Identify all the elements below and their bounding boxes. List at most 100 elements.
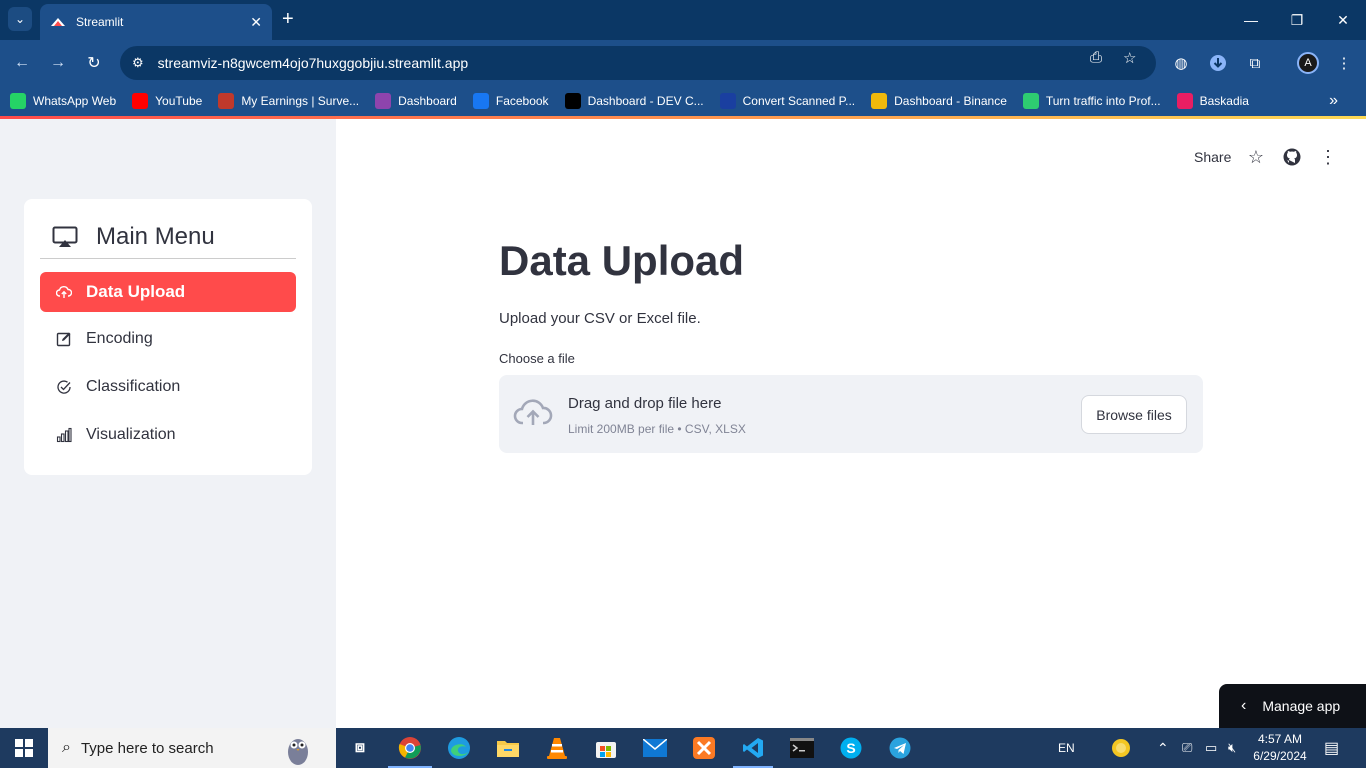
skype-icon[interactable]: S: [837, 734, 865, 762]
file-uploader-label: Choose a file: [499, 351, 575, 366]
facebook-icon: [472, 93, 489, 109]
forward-button[interactable]: →: [46, 51, 70, 75]
dashboard-icon: [375, 93, 392, 109]
menu-item-label: Data Upload: [86, 282, 186, 301]
reload-button[interactable]: ↻: [82, 51, 106, 75]
telegram-icon[interactable]: [886, 734, 914, 762]
traffic-icon: [1022, 93, 1039, 109]
file-dropzone[interactable]: Drag and drop file here Limit 200MB per …: [499, 375, 1203, 453]
tab-close-icon[interactable]: ✕: [250, 14, 262, 31]
dropzone-instructions: Drag and drop file here: [568, 395, 722, 412]
browser-menu-icon[interactable]: ⋮: [1333, 52, 1355, 74]
bar-chart-icon: [56, 427, 72, 443]
url-text: streamviz-n8gwcem4ojo7huxggobjiu.streaml…: [157, 55, 469, 71]
task-view-icon[interactable]: ⧈: [346, 734, 374, 762]
baskadia-icon: [1176, 93, 1193, 109]
vlc-icon[interactable]: [543, 734, 571, 762]
battery-icon[interactable]: ▭: [1205, 728, 1217, 768]
menu-item-encoding[interactable]: Encoding: [40, 319, 296, 359]
chrome-taskbar-icon[interactable]: [396, 734, 424, 762]
terminal-icon[interactable]: [788, 734, 816, 762]
tab-search-button[interactable]: ⌄: [8, 7, 32, 31]
weather-icon[interactable]: [1110, 728, 1132, 768]
close-window-button[interactable]: ✕: [1320, 0, 1366, 40]
page-title: Data Upload: [499, 237, 745, 284]
main-content: Share ☆ ⋮ Data Upload Upload your CSV or…: [336, 119, 1366, 728]
clock-time: 4:57 AM: [1257, 732, 1303, 746]
back-button[interactable]: ←: [10, 51, 34, 75]
install-app-icon[interactable]: ⎙: [1090, 49, 1102, 66]
site-settings-icon[interactable]: ⚙: [132, 55, 144, 71]
page-subtitle: Upload your CSV or Excel file.: [499, 310, 701, 327]
svg-text:S: S: [846, 740, 855, 756]
bookmark-star-icon[interactable]: ☆: [1123, 49, 1136, 67]
bookmark-item[interactable]: My Earnings | Surve...: [218, 93, 359, 109]
notifications-icon[interactable]: ▤: [1324, 728, 1339, 768]
bookmark-item[interactable]: Dashboard: [375, 93, 457, 109]
mail-icon[interactable]: [641, 734, 669, 762]
convert-icon: [719, 93, 736, 109]
taskbar-search-placeholder: Type here to search: [80, 739, 214, 757]
browser-tab-bar: ⌄ Streamlit ✕ + — ❐ ✕: [0, 0, 1366, 40]
more-bookmarks-icon[interactable]: »: [1329, 92, 1338, 110]
minimize-button[interactable]: —: [1228, 0, 1274, 40]
volume-muted-icon[interactable]: 🔇︎: [1228, 728, 1236, 768]
tab-title: Streamlit: [76, 15, 124, 29]
check-circle-icon: [56, 379, 72, 395]
taskbar-search-box[interactable]: ⌕ Type here to search: [48, 728, 336, 768]
restore-button[interactable]: ❐: [1274, 0, 1320, 40]
bookmarks-bar: WhatsApp Web YouTube My Earnings | Surve..…: [0, 86, 1366, 116]
bookmark-item[interactable]: Convert Scanned P...: [719, 93, 855, 109]
share-button[interactable]: Share: [1194, 149, 1231, 165]
menu-item-data-upload[interactable]: Data Upload: [40, 272, 296, 312]
bookmark-item[interactable]: Dashboard - Binance: [871, 93, 1007, 109]
app-menu-icon[interactable]: ⋮: [1318, 147, 1338, 167]
bookmark-label: Turn traffic into Prof...: [1045, 94, 1161, 108]
menu-item-classification[interactable]: Classification: [40, 367, 296, 407]
dev-icon: [564, 93, 581, 109]
xampp-icon[interactable]: [690, 734, 718, 762]
bookmark-label: Dashboard: [398, 94, 457, 108]
address-bar[interactable]: ⚙ streamviz-n8gwcem4ojo7huxggobjiu.strea…: [120, 46, 1156, 80]
extensions-puzzle-icon[interactable]: ⧉: [1244, 52, 1266, 74]
github-icon[interactable]: [1282, 147, 1302, 167]
browse-files-button[interactable]: Browse files: [1081, 395, 1187, 434]
cloud-upload-icon: [56, 284, 72, 300]
youtube-icon: [132, 93, 149, 109]
star-icon[interactable]: ☆: [1246, 147, 1266, 167]
show-hidden-icons-chevron-icon[interactable]: ⌃: [1157, 728, 1169, 768]
streamlit-logo-icon: [51, 18, 65, 26]
binance-icon: [871, 93, 888, 109]
microsoft-store-icon[interactable]: [592, 734, 620, 762]
windows-logo-icon: [15, 739, 33, 757]
browser-toolbar: ← → ↻ ⚙ streamviz-n8gwcem4ojo7huxggobjiu…: [0, 40, 1366, 86]
downloads-icon[interactable]: [1207, 52, 1229, 74]
sidebar: Main Menu Data Upload Encoding Classific…: [0, 119, 336, 728]
edge-taskbar-icon[interactable]: [445, 734, 473, 762]
manage-app-label: Manage app: [1262, 698, 1341, 714]
main-menu-card: Main Menu Data Upload Encoding Classific…: [24, 199, 312, 475]
menu-item-label: Classification: [86, 378, 181, 395]
bookmark-item[interactable]: Dashboard - DEV C...: [564, 93, 704, 109]
bookmark-item[interactable]: Turn traffic into Prof...: [1022, 93, 1161, 109]
taskbar-clock[interactable]: 4:57 AM 6/29/2024: [1250, 731, 1310, 765]
start-button[interactable]: [0, 728, 48, 768]
bookmark-label: Dashboard - DEV C...: [587, 94, 704, 108]
browser-tab[interactable]: Streamlit ✕: [40, 4, 272, 40]
meet-now-icon[interactable]: ⎚: [1182, 728, 1192, 768]
profile-avatar[interactable]: A: [1297, 52, 1319, 74]
bookmark-item[interactable]: YouTube: [132, 93, 202, 109]
translate-globe-icon[interactable]: ◍: [1170, 52, 1192, 74]
file-explorer-icon[interactable]: [494, 734, 522, 762]
menu-item-visualization[interactable]: Visualization: [40, 415, 296, 455]
search-icon: ⌕: [62, 739, 71, 756]
bookmark-item[interactable]: Facebook: [472, 93, 549, 109]
bookmark-item[interactable]: Baskadia: [1176, 93, 1249, 109]
bookmark-item[interactable]: WhatsApp Web: [10, 93, 116, 109]
input-language-indicator[interactable]: EN: [1058, 728, 1075, 768]
manage-app-button[interactable]: ‹ Manage app: [1219, 684, 1366, 728]
vscode-icon[interactable]: [739, 734, 767, 762]
new-tab-button[interactable]: +: [282, 8, 294, 30]
menu-item-label: Visualization: [86, 426, 176, 443]
cast-display-icon: [52, 226, 78, 247]
